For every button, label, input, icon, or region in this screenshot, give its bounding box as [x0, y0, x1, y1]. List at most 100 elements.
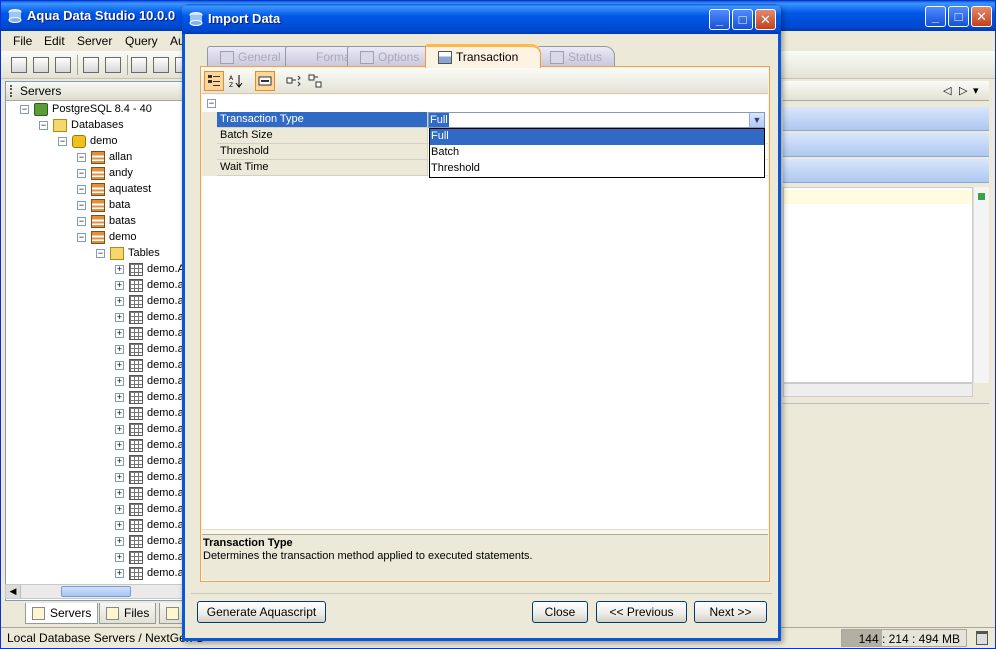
tree-expander-icon[interactable]: −: [77, 217, 86, 226]
tree-expander-icon[interactable]: +: [115, 521, 124, 530]
sort-az-icon: AZ: [229, 75, 243, 89]
tree-expander-icon[interactable]: −: [77, 201, 86, 210]
folder-open-icon: [110, 247, 124, 260]
maximize-icon: □: [954, 9, 963, 24]
dialog-title-bar[interactable]: Import Data _ □ ✕: [182, 4, 781, 34]
close-window-button[interactable]: ✕: [971, 6, 992, 27]
svg-text:A: A: [229, 75, 234, 82]
close-button[interactable]: Close: [532, 601, 588, 623]
scroll-thumb[interactable]: [61, 586, 131, 597]
sort-alphabetical-button[interactable]: AZ: [226, 71, 246, 91]
scroll-left-icon[interactable]: ◀: [6, 585, 21, 598]
server-properties-icon[interactable]: [55, 57, 71, 73]
tree-expander-icon[interactable]: +: [115, 297, 124, 306]
editor-document[interactable]: [783, 187, 973, 383]
menu-file[interactable]: File: [13, 34, 32, 48]
tab-status-label: Status: [568, 50, 603, 64]
garbage-collect-icon[interactable]: [976, 631, 988, 645]
tree-expander-icon[interactable]: −: [77, 169, 86, 178]
tree-expander-icon[interactable]: +: [115, 553, 124, 562]
tab-list-icon[interactable]: ▾: [973, 84, 979, 97]
panel-grip-icon[interactable]: [10, 85, 13, 97]
query-window-icon[interactable]: [131, 57, 147, 73]
category-collapse-icon[interactable]: −: [207, 99, 216, 108]
tab-more[interactable]: [159, 603, 183, 624]
tree-expander-icon[interactable]: +: [115, 393, 124, 402]
connect-icon[interactable]: [83, 57, 99, 73]
import-data-icon: [188, 11, 204, 27]
tree-expander-icon[interactable]: −: [58, 137, 67, 146]
property-name: Wait Time: [217, 160, 428, 176]
tree-expander-icon[interactable]: −: [77, 233, 86, 242]
disconnect-icon[interactable]: [105, 57, 121, 73]
minimize-button[interactable]: _: [925, 6, 946, 27]
expand-all-icon: [286, 75, 301, 87]
tree-expander-icon[interactable]: +: [115, 425, 124, 434]
tree-expander-icon[interactable]: −: [77, 185, 86, 194]
schema-icon: [91, 167, 105, 180]
tab-status[interactable]: Status: [537, 46, 615, 67]
collapse-all-button[interactable]: [306, 71, 326, 91]
tree-expander-icon[interactable]: −: [77, 153, 86, 162]
unregister-server-icon[interactable]: [33, 57, 49, 73]
tree-expander-icon[interactable]: +: [115, 489, 124, 498]
table-icon: [129, 375, 143, 388]
tree-expander-icon[interactable]: −: [96, 249, 105, 258]
close-icon: ✕: [760, 12, 771, 27]
tree-expander-icon[interactable]: +: [115, 281, 124, 290]
tab-scroll-left-icon[interactable]: ◁: [943, 84, 951, 97]
tree-expander-icon[interactable]: +: [115, 361, 124, 370]
table-icon: [129, 503, 143, 516]
maximize-button[interactable]: □: [948, 6, 969, 27]
tree-expander-icon[interactable]: +: [115, 537, 124, 546]
tree-expander-icon[interactable]: +: [115, 265, 124, 274]
menu-server[interactable]: Server: [77, 34, 112, 48]
tree-expander-icon[interactable]: +: [115, 377, 124, 386]
dialog-close-button[interactable]: ✕: [755, 9, 776, 30]
tab-servers[interactable]: Servers: [25, 603, 99, 624]
description-toggle-button[interactable]: [255, 71, 275, 91]
chevron-down-icon[interactable]: ▼: [749, 113, 764, 127]
tree-expander-icon[interactable]: +: [115, 457, 124, 466]
dialog-maximize-button[interactable]: □: [732, 9, 753, 30]
tab-files[interactable]: Files: [99, 603, 157, 624]
next-button[interactable]: Next >>: [694, 601, 767, 623]
tree-node-label: PostgreSQL 8.4 - 40: [52, 103, 152, 115]
menu-query[interactable]: Query: [125, 34, 158, 48]
tree-expander-icon[interactable]: −: [20, 105, 29, 114]
tab-scroll-right-icon[interactable]: ▷: [959, 84, 967, 97]
generate-aquascript-button[interactable]: Generate Aquascript: [197, 601, 326, 623]
tree-expander-icon[interactable]: +: [115, 505, 124, 514]
tree-expander-icon[interactable]: −: [39, 121, 48, 130]
expand-all-button[interactable]: [284, 71, 304, 91]
table-icon: [129, 455, 143, 468]
tree-expander-icon[interactable]: +: [115, 329, 124, 338]
current-line-highlight: [784, 190, 972, 204]
register-server-icon[interactable]: [11, 57, 27, 73]
description-icon: [258, 76, 272, 86]
dropdown-option[interactable]: Threshold: [430, 161, 764, 177]
query-analyzer-icon[interactable]: [153, 57, 169, 73]
tab-options[interactable]: Options: [347, 46, 437, 67]
servers-tab-icon: [32, 607, 45, 620]
tree-expander-icon[interactable]: +: [115, 473, 124, 482]
dialog-minimize-button[interactable]: _: [709, 9, 730, 30]
categorized-icon: [208, 75, 220, 86]
tree-expander-icon[interactable]: +: [115, 345, 124, 354]
categorized-view-button[interactable]: [204, 71, 224, 91]
editor-horizontal-scrollbar[interactable]: [783, 383, 973, 397]
transaction-type-combo[interactable]: Full ▼: [428, 112, 765, 128]
menu-edit[interactable]: Edit: [44, 34, 65, 48]
previous-button[interactable]: << Previous: [596, 601, 687, 623]
tree-expander-icon[interactable]: +: [115, 569, 124, 578]
servers-horizontal-scrollbar[interactable]: ◀: [5, 584, 185, 599]
combo-value: Full: [429, 113, 449, 127]
tab-general-label: General: [238, 50, 281, 64]
folder-tab-icon: [166, 607, 179, 620]
tree-expander-icon[interactable]: +: [115, 409, 124, 418]
tab-transaction[interactable]: Transaction: [425, 44, 541, 68]
dropdown-option[interactable]: Full: [430, 129, 764, 145]
tree-expander-icon[interactable]: +: [115, 313, 124, 322]
dropdown-option[interactable]: Batch: [430, 145, 764, 161]
tree-expander-icon[interactable]: +: [115, 441, 124, 450]
